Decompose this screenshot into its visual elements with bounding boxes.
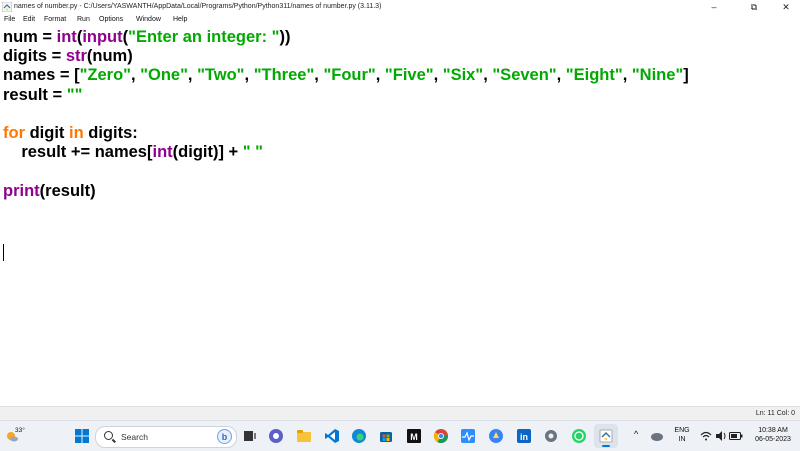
chat-icon[interactable]	[268, 428, 284, 444]
region-code: IN	[678, 436, 686, 443]
maximize-button[interactable]: ⧉	[740, 0, 768, 14]
svg-text:b: b	[222, 432, 228, 442]
code-editor[interactable]: num = int(input("Enter an integer: ")) d…	[0, 26, 800, 406]
language-indicator[interactable]: ENG IN	[672, 426, 692, 444]
close-button[interactable]: ✕	[772, 0, 800, 14]
code-line-9: print(result)	[3, 181, 96, 200]
code-line-4: result = ""	[3, 85, 83, 104]
clock-time: 10:38 AM	[758, 427, 788, 434]
onedrive-cloud-icon[interactable]	[650, 430, 664, 442]
menu-run[interactable]: Run	[77, 14, 90, 26]
search-icon	[104, 431, 113, 440]
bing-icon: b	[217, 429, 232, 444]
linkedin-icon[interactable]: in	[516, 428, 532, 444]
weather-temp: 33°	[15, 427, 25, 434]
vscode-icon[interactable]	[324, 428, 340, 444]
windows-start-icon[interactable]	[74, 428, 90, 444]
clock-date: 06-05-2023	[755, 436, 791, 443]
code-line-3: names = ["Zero", "One", "Two", "Three", …	[3, 66, 689, 85]
app-m-icon[interactable]: M	[406, 428, 422, 444]
menu-help[interactable]: Help	[173, 14, 187, 26]
idle-python-icon	[599, 429, 613, 443]
menu-file[interactable]: File	[4, 14, 15, 26]
text-cursor	[3, 244, 4, 261]
weather-app-icon[interactable]	[488, 428, 504, 444]
tray-overflow-chevron[interactable]: ^	[634, 430, 638, 439]
search-placeholder: Search	[121, 432, 148, 442]
menu-format[interactable]: Format	[44, 14, 66, 26]
volume-icon[interactable]	[715, 430, 727, 442]
file-explorer-icon[interactable]	[296, 428, 312, 444]
clock[interactable]: 10:38 AM 06-05-2023	[748, 426, 798, 444]
menu-window[interactable]: Window	[136, 14, 161, 26]
menu-options[interactable]: Options	[99, 14, 123, 26]
menu-bar: File Edit Format Run Options Window Help	[0, 14, 800, 26]
window-title: names of number.py - C:/Users/YASWANTH/A…	[14, 3, 382, 10]
edge-icon[interactable]	[351, 428, 367, 444]
code-line-7: result += names[int(digit)] + " "	[3, 143, 263, 162]
chrome-icon[interactable]	[433, 428, 449, 444]
wifi-icon[interactable]	[700, 430, 712, 442]
cursor-position: Ln: 11 Col: 0	[755, 410, 795, 417]
title-bar: names of number.py - C:/Users/YASWANTH/A…	[0, 0, 800, 14]
taskbar: 33° Search b M in ^ ENG IN 10:38 AM 06-0…	[0, 420, 800, 451]
status-bar: Ln: 11 Col: 0	[0, 406, 800, 421]
battery-icon[interactable]	[729, 431, 743, 441]
whatsapp-icon[interactable]	[571, 428, 587, 444]
menu-edit[interactable]: Edit	[23, 14, 35, 26]
weather-widget[interactable]: 33°	[5, 425, 29, 447]
code-line-6: for digit in digits:	[3, 123, 138, 142]
ms-store-icon[interactable]	[378, 428, 394, 444]
taskbar-search-box[interactable]: Search b	[95, 426, 237, 448]
language-code: ENG	[674, 427, 690, 434]
idle-taskbar-button-active[interactable]	[594, 424, 618, 448]
code-line-2: digits = str(num)	[3, 47, 133, 66]
svg-text:M: M	[410, 432, 418, 442]
pulse-app-icon[interactable]	[460, 428, 476, 444]
code-text: num = int(input("Enter an integer: ")) d…	[3, 28, 689, 201]
active-indicator	[602, 445, 610, 447]
task-view-icon[interactable]	[242, 428, 258, 444]
settings-gear-icon[interactable]	[543, 428, 559, 444]
minimize-button[interactable]: –	[700, 0, 728, 14]
svg-text:in: in	[520, 432, 528, 442]
idle-app-icon	[2, 2, 12, 12]
code-line-1: num = int(input("Enter an integer: "))	[3, 28, 291, 46]
